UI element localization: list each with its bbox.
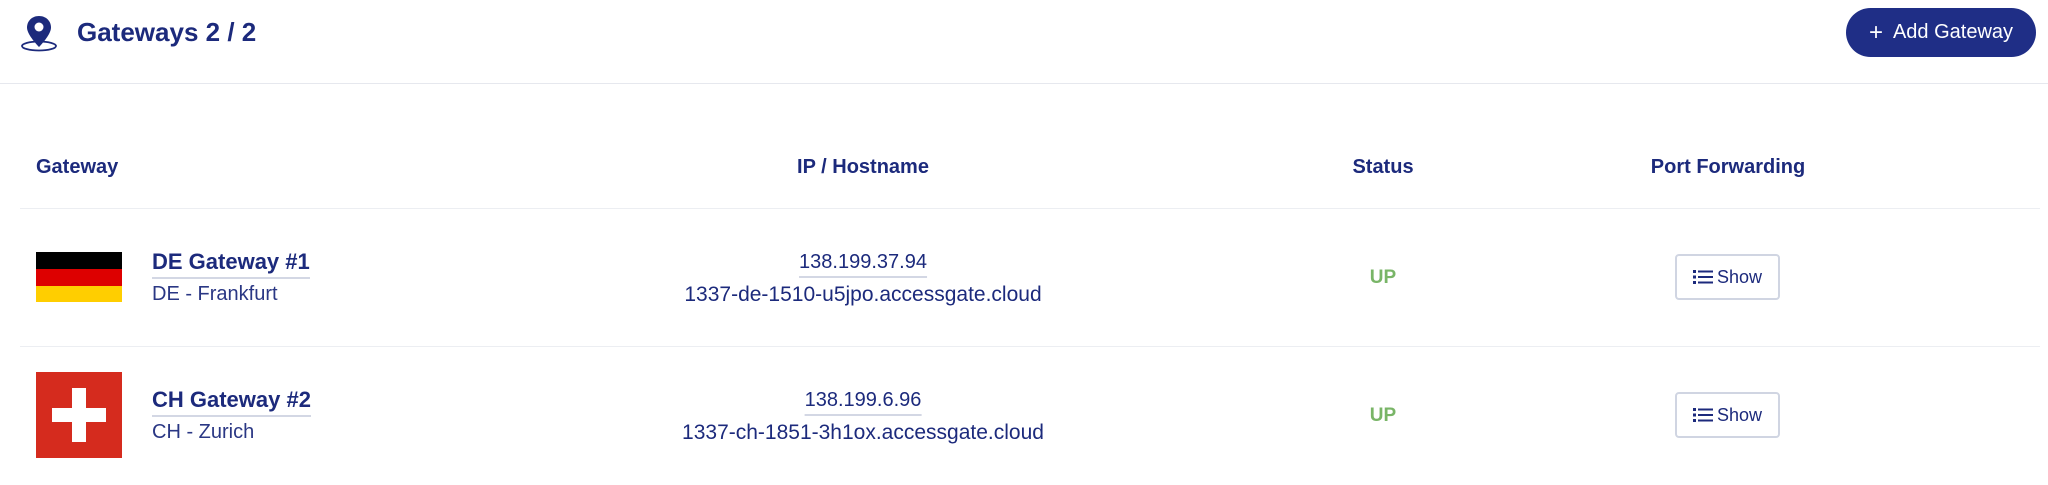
table-row: CH Gateway #2 CH - Zurich 138.199.6.96 1… (0, 347, 2048, 485)
gateway-hostname: 1337-de-1510-u5jpo.accessgate.cloud (684, 283, 1042, 306)
switzerland-flag-icon (36, 372, 122, 458)
show-port-forwarding-button[interactable]: Show (1675, 254, 1780, 300)
gateway-name-link[interactable]: CH Gateway #2 (152, 387, 311, 417)
column-header-port-forwarding: Port Forwarding (1650, 156, 1806, 178)
column-header-gateway: Gateway (36, 156, 119, 178)
table-row: DE Gateway #1 DE - Frankfurt 138.199.37.… (0, 209, 2048, 347)
gateway-ip: 138.199.6.96 (804, 389, 922, 416)
show-port-forwarding-button[interactable]: Show (1675, 392, 1780, 438)
list-icon (1692, 270, 1713, 284)
gateway-ip: 138.199.37.94 (799, 251, 927, 278)
add-gateway-label: Add Gateway (1892, 21, 2014, 43)
add-gateway-button[interactable]: + Add Gateway (1846, 8, 2036, 57)
column-header-ip-hostname: IP / Hostname (797, 156, 929, 178)
gateway-hostname: 1337-ch-1851-3h1ox.accessgate.cloud (682, 421, 1044, 444)
germany-flag-icon (36, 252, 122, 302)
list-icon (1692, 408, 1713, 422)
gateway-location: DE - Frankfurt (152, 283, 278, 305)
page-header: Gateways 2 / 2 + Add Gateway (0, 0, 2048, 84)
column-header-status: Status (1352, 156, 1414, 178)
gateway-location: CH - Zurich (152, 421, 255, 443)
page-title: Gateways 2 / 2 (77, 17, 257, 47)
status-badge: UP (1369, 267, 1397, 288)
status-badge: UP (1369, 405, 1397, 426)
map-pin-icon (21, 16, 57, 52)
show-button-label: Show (1716, 404, 1763, 425)
plus-icon: + (1868, 18, 1883, 46)
gateway-name-link[interactable]: DE Gateway #1 (152, 249, 310, 279)
show-button-label: Show (1716, 266, 1763, 287)
